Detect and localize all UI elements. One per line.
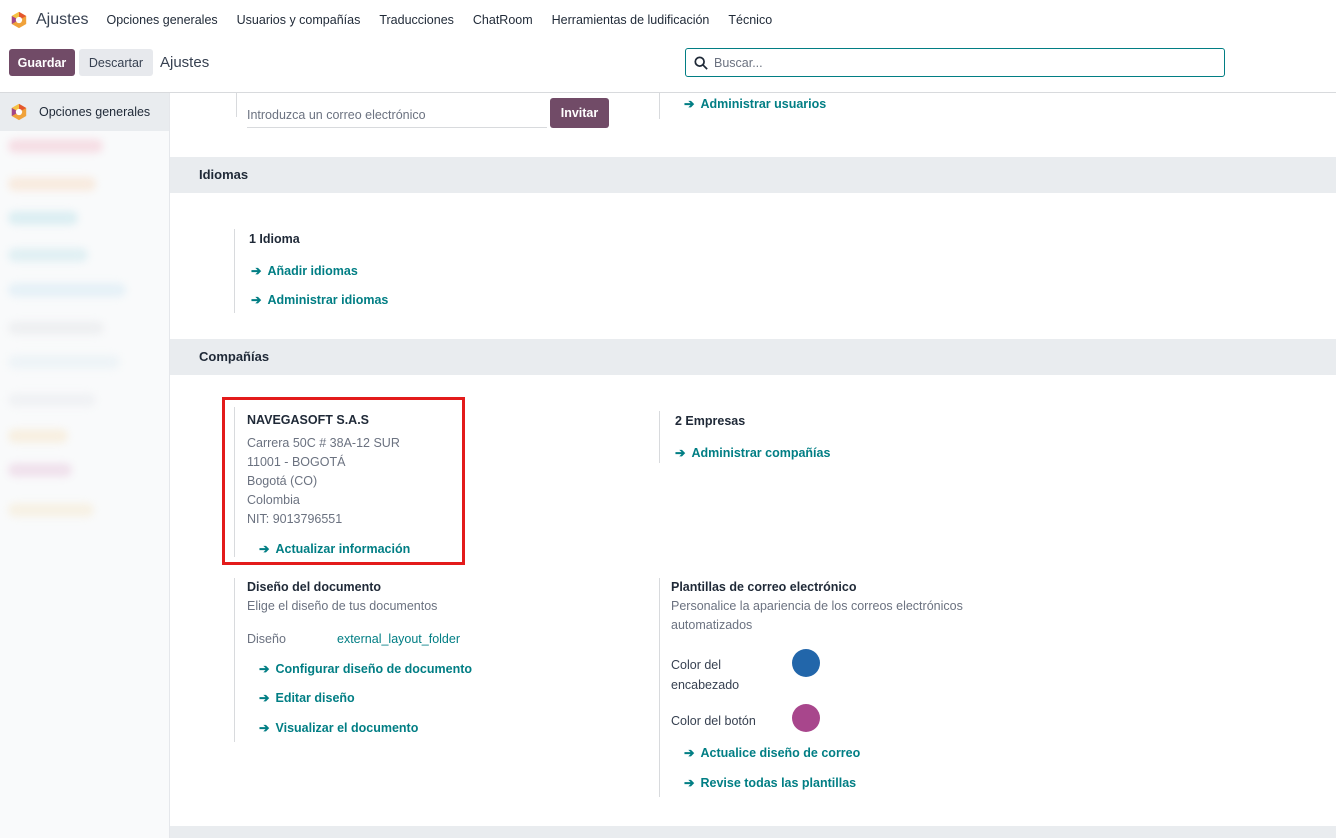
company-tax-id: NIT: 9013796551 xyxy=(247,512,343,526)
section-header-idiomas: Idiomas xyxy=(170,157,1336,193)
email-templates-description: automatizados xyxy=(671,618,753,632)
document-layout-description: Elige el diseño de tus documentos xyxy=(247,599,438,613)
manage-companies-link[interactable]: ➔ Administrar compañías xyxy=(675,445,830,460)
sidebar-item-label: Opciones generales xyxy=(39,105,151,119)
sidebar-item-blurred[interactable] xyxy=(8,283,126,297)
breadcrumb: Ajustes xyxy=(160,54,210,71)
header-color-label: Color del xyxy=(671,658,722,672)
menu-tecnico[interactable]: Técnico xyxy=(728,13,772,27)
edit-layout-link[interactable]: ➔ Editar diseño xyxy=(259,690,355,705)
arrow-right-icon: ➔ xyxy=(259,721,270,735)
sidebar-item-blurred[interactable] xyxy=(8,503,94,517)
email-templates-description: Personalice la apariencia de los correos… xyxy=(671,599,963,613)
search-bar[interactable] xyxy=(685,48,1225,77)
top-navbar: Ajustes Opciones generales Usuarios y co… xyxy=(0,0,1336,40)
company-address-line: 11001 - BOGOTÁ xyxy=(247,455,346,469)
save-button[interactable]: Guardar xyxy=(9,49,75,76)
sidebar-item-blurred[interactable] xyxy=(8,321,104,335)
arrow-right-icon: ➔ xyxy=(259,662,270,676)
sidebar-item-blurred[interactable] xyxy=(8,429,68,443)
divider xyxy=(234,578,235,742)
button-color-label: Color del botón xyxy=(671,714,756,728)
review-templates-link[interactable]: ➔ Revise todas las plantillas xyxy=(684,775,856,790)
preview-document-link[interactable]: ➔ Visualizar el documento xyxy=(259,720,418,735)
header-color-label: encabezado xyxy=(671,678,740,692)
sidebar-item-blurred[interactable] xyxy=(8,139,103,153)
divider xyxy=(659,578,660,797)
button-color-swatch[interactable] xyxy=(792,704,820,732)
company-address-line: Colombia xyxy=(247,493,300,507)
invite-button[interactable]: Invitar xyxy=(550,98,609,128)
menu-chatroom[interactable]: ChatRoom xyxy=(473,13,533,27)
settings-sidebar: Opciones generales xyxy=(0,93,170,838)
discard-button[interactable]: Descartar xyxy=(79,49,153,76)
search-input[interactable] xyxy=(714,55,1194,70)
header-color-swatch[interactable] xyxy=(792,649,820,677)
sidebar-item-blurred[interactable] xyxy=(8,393,96,407)
arrow-right-icon: ➔ xyxy=(684,776,695,790)
company-address-line: Bogotá (CO) xyxy=(247,474,318,488)
arrow-right-icon: ➔ xyxy=(259,542,270,556)
layout-value-link[interactable]: external_layout_folder xyxy=(337,632,460,646)
company-name: NAVEGASOFT S.A.S xyxy=(247,413,370,427)
search-icon xyxy=(694,55,708,70)
sidebar-item-blurred[interactable] xyxy=(8,248,88,262)
update-info-link[interactable]: ➔ Actualizar información xyxy=(259,541,410,556)
odoo-logo-icon xyxy=(11,103,27,121)
company-address-line: Carrera 50C # 38A-12 SUR xyxy=(247,436,400,450)
languages-count: 1 Idioma xyxy=(249,232,300,246)
divider xyxy=(236,93,237,117)
manage-languages-link[interactable]: ➔ Administrar idiomas xyxy=(251,292,388,307)
menu-opciones-generales[interactable]: Opciones generales xyxy=(106,13,217,27)
sidebar-item-blurred[interactable] xyxy=(8,355,120,369)
arrow-right-icon: ➔ xyxy=(251,293,262,307)
arrow-right-icon: ➔ xyxy=(251,264,262,278)
document-layout-title: Diseño del documento xyxy=(247,580,382,594)
layout-label: Diseño xyxy=(247,632,286,646)
email-templates-title: Plantillas de correo electrónico xyxy=(671,580,857,594)
settings-content: Invitar ➔Administrar usuarios Idiomas 1 … xyxy=(170,93,1336,838)
app-name[interactable]: Ajustes xyxy=(36,11,88,29)
menu-traducciones[interactable]: Traducciones xyxy=(379,13,454,27)
divider xyxy=(659,93,660,119)
sidebar-item-opciones-generales[interactable]: Opciones generales xyxy=(0,93,169,131)
next-section-header xyxy=(170,826,1336,838)
odoo-logo-icon[interactable] xyxy=(10,11,28,29)
companies-count: 2 Empresas xyxy=(675,414,746,428)
divider xyxy=(234,407,235,557)
arrow-right-icon: ➔ xyxy=(684,97,695,111)
invite-email-input[interactable] xyxy=(247,102,547,128)
manage-users-link[interactable]: ➔ Administrar usuarios xyxy=(684,96,826,111)
arrow-right-icon: ➔ xyxy=(259,691,270,705)
section-header-companias: Compañías xyxy=(170,339,1336,375)
arrow-right-icon: ➔ xyxy=(684,746,695,760)
menu-herramientas-ludificacion[interactable]: Herramientas de ludificación xyxy=(552,13,710,27)
arrow-right-icon: ➔ xyxy=(675,446,686,460)
add-languages-link[interactable]: ➔ Añadir idiomas xyxy=(251,263,358,278)
control-panel: Guardar Descartar Ajustes xyxy=(0,40,1336,93)
menu-usuarios-companias[interactable]: Usuarios y compañías xyxy=(237,13,361,27)
sidebar-item-blurred[interactable] xyxy=(8,463,72,477)
divider xyxy=(659,411,660,463)
divider xyxy=(234,229,235,313)
configure-layout-link[interactable]: ➔ Configurar diseño de documento xyxy=(259,661,472,676)
sidebar-item-blurred[interactable] xyxy=(8,177,96,191)
sidebar-item-blurred[interactable] xyxy=(8,211,78,225)
update-email-layout-link[interactable]: ➔ Actualice diseño de correo xyxy=(684,745,860,760)
